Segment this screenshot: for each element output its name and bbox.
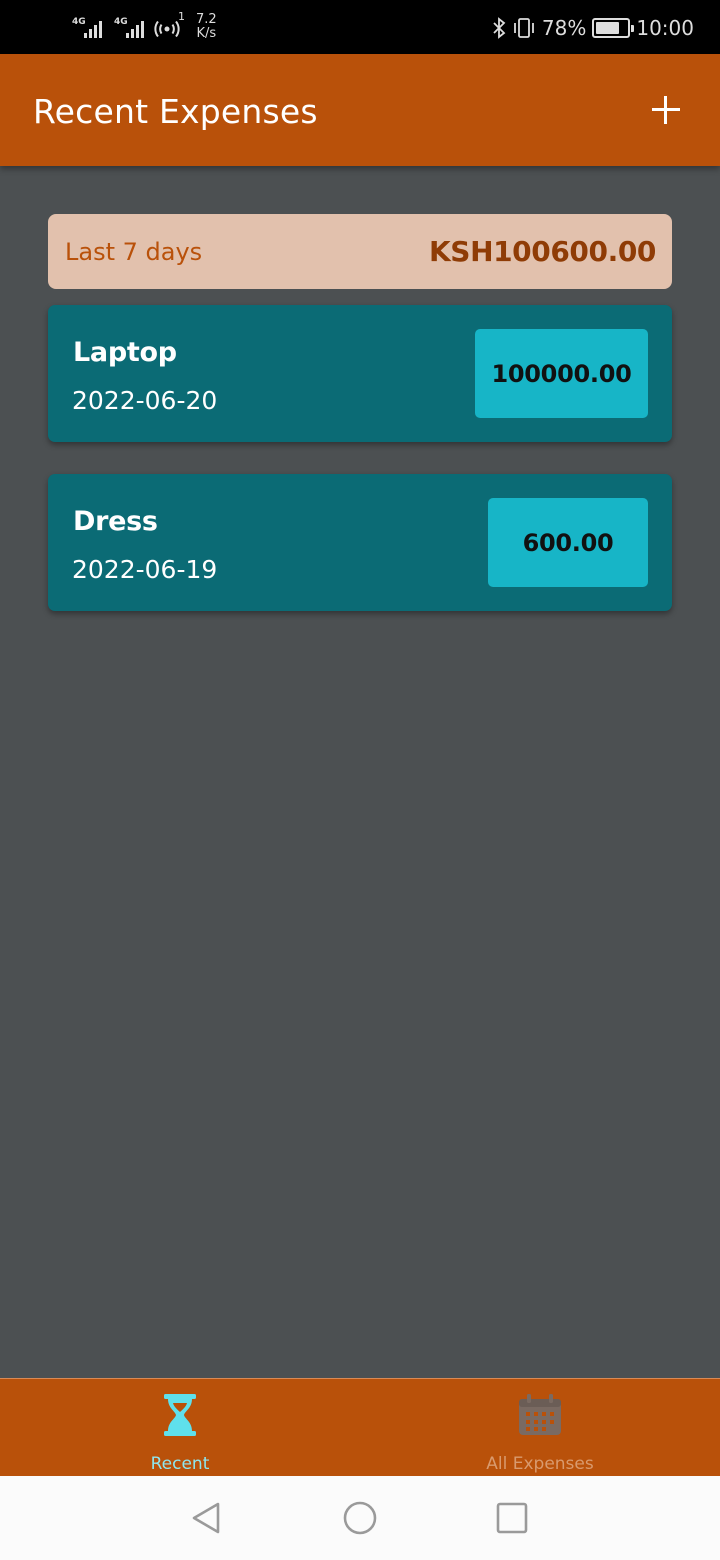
vibrate-icon [514,18,534,38]
summary-total: KSH100600.00 [429,235,656,268]
nav-tab-label: All Expenses [486,1454,594,1474]
expense-date: 2022-06-19 [72,555,218,584]
network-speed: 7.2 K/s [196,13,217,41]
expense-title: Laptop [73,337,177,368]
system-navigation-bar [0,1476,720,1560]
clock: 10:00 [636,16,694,40]
nav-tab-all-expenses[interactable]: All Expenses [360,1379,720,1477]
speed-unit: K/s [196,26,217,41]
bottom-navigation: Recent All Expenses [0,1378,720,1476]
summary-period-label: Last 7 days [65,238,203,266]
expense-amount: 100000.00 [475,329,648,418]
add-expense-button[interactable] [646,90,686,130]
page-title: Recent Expenses [33,92,318,131]
signal-icon: 4G [70,13,106,41]
expense-title: Dress [73,506,158,537]
hotspot-count: 1 [178,10,185,23]
speed-value: 7.2 [196,12,217,27]
status-bar: 4G 4G 1 7.2 K/s 78% 10:00 [0,0,720,54]
expense-amount: 600.00 [488,498,648,587]
battery-icon [592,18,635,38]
expense-item[interactable]: Laptop 2022-06-20 100000.00 [48,305,672,442]
bluetooth-icon [493,17,506,39]
status-right: 78% 10:00 [492,12,694,44]
nav-tab-recent[interactable]: Recent [0,1379,360,1477]
calendar-icon [519,1394,561,1435]
expense-item[interactable]: Dress 2022-06-19 600.00 [48,474,672,611]
hotspot-icon: 1 [154,10,185,40]
battery-percent: 78% [541,16,587,40]
home-icon[interactable] [340,1498,380,1538]
recents-icon[interactable] [492,1498,532,1538]
nav-tab-label: Recent [150,1454,210,1474]
expenses-summary: Last 7 days KSH100600.00 [48,214,672,289]
hourglass-icon [164,1394,196,1436]
app-bar: Recent Expenses [0,54,720,166]
status-left: 4G 4G 1 7.2 K/s [70,10,217,44]
expense-date: 2022-06-20 [72,386,218,415]
back-icon[interactable] [186,1498,226,1538]
signal-icon-2: 4G [112,13,148,41]
